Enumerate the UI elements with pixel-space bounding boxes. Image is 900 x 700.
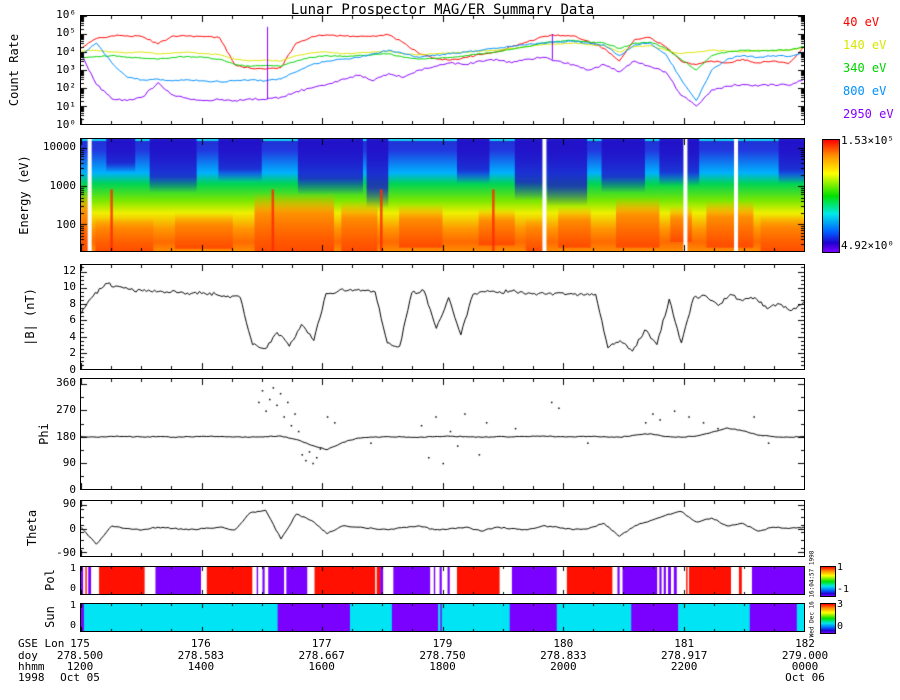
theta-plot	[81, 501, 804, 556]
count-rate-ytick: 10⁵	[56, 26, 76, 40]
sun-ytick: 1	[69, 600, 76, 611]
phi-plot	[81, 379, 804, 489]
count-rate-panel	[80, 15, 805, 125]
bmag-plot	[81, 265, 804, 369]
date-start-label: Oct 05	[60, 671, 100, 684]
legend-item-140ev: 140 eV	[843, 38, 887, 52]
count-rate-ytick: 10²	[56, 81, 76, 95]
sun-colorbar	[820, 603, 836, 634]
bmag-ytick: 0	[69, 363, 76, 376]
pol-colorbar-bottom-label: -1	[837, 584, 850, 595]
count-rate-ytick: 10⁰	[56, 118, 76, 131]
pol-ytick: 0	[69, 583, 76, 594]
energy-ytick: 1000	[49, 178, 77, 192]
pol-colorbar	[820, 566, 836, 597]
bmag-ytick: 8	[69, 296, 76, 310]
count-rate-ytick: 10⁶	[56, 8, 76, 21]
theta-ytick: 90	[62, 497, 76, 511]
bmag-ytick: 2	[69, 346, 76, 360]
hhmm-tick-label: 1800	[429, 660, 456, 673]
sun-ytick: 0	[69, 620, 76, 631]
energy-ytick: 10000	[42, 140, 76, 154]
lunar-prospector-summary-plot: Lunar Prospector MAG/ER Summary Data Cou…	[0, 0, 900, 700]
energy-spectrogram-panel	[80, 138, 805, 252]
phi-ytick: 90	[62, 456, 76, 470]
colorbar-max-label: 1.53×10⁵	[841, 134, 894, 147]
phi-ytick: 360	[56, 376, 76, 390]
pol-panel	[80, 566, 805, 595]
phi-ytick: 0	[69, 483, 76, 496]
legend-item-40ev: 40 eV	[843, 15, 880, 29]
count-rate-plot	[81, 16, 804, 124]
bmag-ytick: 4	[69, 329, 76, 343]
theta-ytick: -90	[56, 545, 76, 559]
sun-colorbar-top-label: 3	[837, 599, 844, 610]
hhmm-tick-label: 2200	[670, 660, 698, 673]
phi-ytick: 270	[56, 403, 76, 416]
colorbar-min-label: 4.92×10⁰	[841, 239, 894, 252]
theta-ytick: 0	[69, 521, 76, 535]
axis-row-label: 1998	[18, 671, 45, 684]
energy-axis-title: Energy (eV)	[17, 155, 31, 235]
sun-bands	[81, 604, 804, 631]
bmag-ytick: 10	[62, 280, 76, 294]
date-end-label: Oct 06	[785, 671, 825, 684]
energy-ytick: 100	[56, 217, 76, 231]
bmag-ytick: 6	[69, 313, 76, 327]
phi-panel	[80, 378, 805, 490]
hhmm-tick-label: 2000	[550, 660, 577, 673]
plot-timestamp: Wed Dec 16 16:04:57 1998	[808, 550, 816, 638]
count-rate-ytick: 10¹	[56, 99, 76, 113]
bmag-ytick: 12	[62, 263, 76, 277]
count-rate-ytick: 10⁴	[56, 44, 76, 58]
sun-colorbar-bottom-label: 0	[837, 621, 844, 632]
hhmm-tick-label: 1400	[187, 660, 215, 673]
sun-panel	[80, 603, 805, 632]
pol-colorbar-top-label: 1	[837, 562, 844, 573]
bmag-panel	[80, 264, 805, 370]
count-rate-ytick: 10³	[56, 63, 76, 76]
pol-ytick: 1	[69, 563, 76, 574]
theta-panel	[80, 500, 805, 557]
legend-item-340ev: 340 eV	[843, 61, 887, 75]
spectrogram-colorbar	[822, 139, 840, 253]
energy-spectrogram	[81, 139, 804, 251]
pol-bands	[81, 567, 804, 594]
phi-ytick: 180	[56, 429, 76, 443]
legend-item-2950ev: 2950 eV	[843, 107, 894, 121]
hhmm-tick-label: 1600	[308, 660, 335, 673]
count-rate-axis-title: Count Rate	[7, 33, 21, 107]
legend-item-800ev: 800 eV	[843, 84, 887, 98]
